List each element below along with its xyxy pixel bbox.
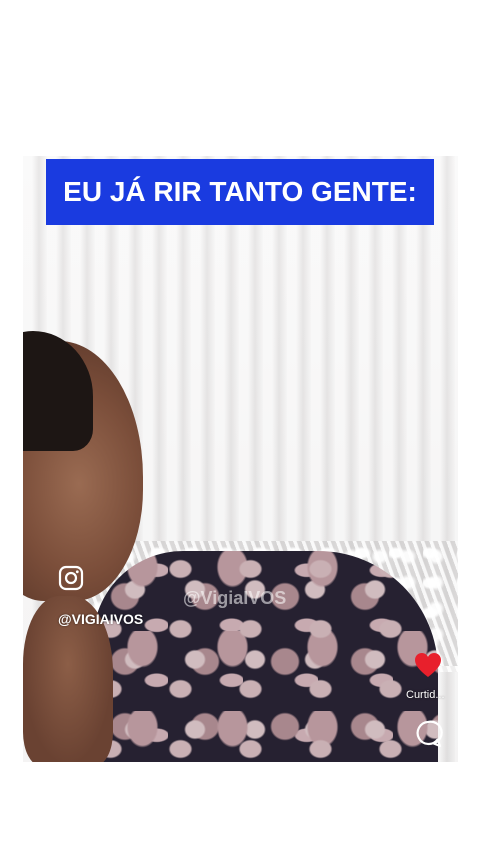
instagram-handle: @VIGIAIVOS <box>58 611 144 627</box>
video-frame[interactable]: EU JÁ RIR TANTO GENTE: @VIGIAIVOS @Vigia… <box>23 156 458 762</box>
watermark: @VigiaIVOS <box>183 588 287 608</box>
caption-text: EU JÁ RIR TANTO GENTE: <box>63 176 417 207</box>
person-shirt <box>93 551 438 762</box>
caption-banner: EU JÁ RIR TANTO GENTE: <box>46 159 434 225</box>
heart-icon[interactable] <box>414 652 442 678</box>
comment-icon[interactable] <box>413 719 443 749</box>
likes-label: Curtid... <box>406 689 445 701</box>
instagram-icon <box>58 565 84 591</box>
